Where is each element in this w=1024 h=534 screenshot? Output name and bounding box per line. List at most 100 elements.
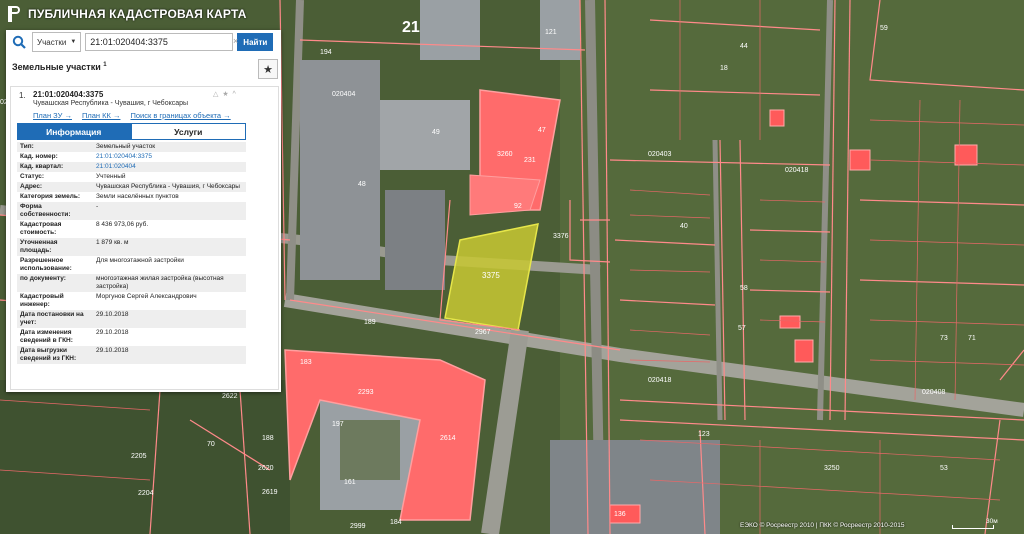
selected-parcel-label: 3375 bbox=[482, 271, 500, 280]
parcel-label: 18 bbox=[720, 65, 728, 72]
card-actions-icons[interactable]: △ ★ ^ bbox=[213, 90, 237, 98]
result-index: 1. bbox=[19, 91, 26, 100]
attribute-value[interactable]: 21:01:020404:3375 bbox=[93, 152, 246, 162]
chevron-down-icon: ▼ bbox=[70, 39, 77, 45]
table-row: Тип: Земельный участок bbox=[17, 142, 246, 152]
table-row: Кад. номер: 21:01:020404:3375 bbox=[17, 152, 246, 162]
table-row: Разрешенное использование: Для многоэтажн… bbox=[17, 256, 246, 274]
parcel-label: 70 bbox=[207, 441, 215, 448]
attribute-key: Дата постановки на учет: bbox=[17, 310, 93, 328]
find-button[interactable]: Найти bbox=[237, 33, 274, 51]
parcel-label: 2293 bbox=[358, 389, 374, 396]
attribute-value: - bbox=[93, 202, 246, 220]
search-within-object-link[interactable]: Поиск в границах объекта → bbox=[130, 111, 230, 120]
table-row: Кад. квартал: 21:01:020404 bbox=[17, 162, 246, 172]
parcel-label: 2967 bbox=[475, 329, 491, 336]
tab-services[interactable]: Услуги bbox=[130, 123, 246, 140]
parcel-label: 44 bbox=[740, 43, 748, 50]
parcel-label: 3250 bbox=[824, 465, 840, 472]
parcel-label: 2614 bbox=[440, 435, 456, 442]
attribute-value: 29.10.2018 bbox=[93, 310, 246, 328]
table-row: Кадастровый инженер: Моргунов Сергей Алек… bbox=[17, 292, 246, 310]
attribute-key: Адрес: bbox=[17, 182, 93, 192]
parcel-label: 59 bbox=[880, 25, 888, 32]
scale-bar: 30м bbox=[952, 518, 1000, 530]
parcel-label: 197 bbox=[332, 421, 344, 428]
parcel-card: 1. 21:01:020404:3375 △ ★ ^ Чувашская Рес… bbox=[10, 86, 279, 390]
clear-icon[interactable]: × bbox=[233, 36, 238, 46]
table-row: Уточненная площадь: 1 879 кв. м bbox=[17, 238, 246, 256]
table-row: Кадастровая стоимость: 8 436 973,06 руб. bbox=[17, 220, 246, 238]
parcel-label: 49 bbox=[432, 129, 440, 136]
attribute-value: Моргунов Сергей Александрович bbox=[96, 293, 197, 300]
logo-icon bbox=[8, 6, 22, 22]
attributes-table: Тип: Земельный участок Кад. номер: 21:01:0… bbox=[17, 142, 246, 364]
parcel-label: 194 bbox=[320, 49, 332, 56]
table-row: Форма собственности: - bbox=[17, 202, 246, 220]
parcel-label: 2204 bbox=[138, 490, 154, 497]
plan-zu-link[interactable]: План ЗУ → bbox=[33, 111, 72, 120]
parcel-address: Чувашская Республика - Чувашия, г Чебокс… bbox=[33, 100, 189, 107]
attribute-key: Статус: bbox=[20, 173, 45, 180]
district-number: 21 bbox=[402, 19, 420, 36]
table-row: Дата выгрузки сведений из ГКН: 29.10.2018 bbox=[17, 346, 246, 364]
object-type-label: Участки bbox=[37, 37, 67, 47]
parcel-label: 92 bbox=[514, 203, 522, 210]
table-row: Категория земель: Земли населённых пункто… bbox=[17, 192, 246, 202]
parcel-cadastral-number[interactable]: 21:01:020404:3375 bbox=[33, 90, 103, 99]
attribute-key: Кадастровая стоимость: bbox=[20, 221, 62, 236]
parcel-label: 231 bbox=[524, 157, 536, 164]
table-row: Дата постановки на учет: 29.10.2018 bbox=[17, 310, 246, 328]
app-header: ПУБЛИЧНАЯ КАДАСТРОВАЯ КАРТА bbox=[0, 0, 268, 28]
results-count: 1 bbox=[103, 62, 107, 68]
attribute-value: 29.10.2018 bbox=[96, 329, 129, 336]
plan-kk-link[interactable]: План КК → bbox=[82, 111, 121, 120]
table-row: Статус: Учтенный bbox=[17, 172, 246, 182]
search-input[interactable] bbox=[85, 33, 234, 51]
parcel-label: 2999 bbox=[350, 523, 366, 530]
quarter-label: 020404 bbox=[332, 91, 355, 98]
quarter-label: 020408 bbox=[922, 389, 945, 396]
attribute-key: Кад. номер: bbox=[20, 153, 58, 160]
parcel-label: 188 bbox=[262, 435, 274, 442]
parcel-label: 58 bbox=[740, 285, 748, 292]
search-panel: Участки ▼ × Найти Земельные участки 1 ★ … bbox=[6, 30, 281, 392]
attribute-value: Чувашская Республика - Чувашия, г Чебокс… bbox=[93, 182, 246, 192]
attribution: ЕЭКО © Росреестр 2010 | ПКК © Росреестр … bbox=[740, 522, 905, 529]
attribute-key: Разрешенное использование: bbox=[20, 257, 72, 272]
object-type-select[interactable]: Участки ▼ bbox=[32, 32, 82, 52]
parcel-label: 48 bbox=[358, 181, 366, 188]
attribute-value: 29.10.2018 bbox=[93, 346, 246, 364]
favorites-button[interactable]: ★ bbox=[258, 59, 278, 79]
table-row: Дата изменения сведений в ГКН: 29.10.2018 bbox=[17, 328, 246, 346]
parcel-label: 121 bbox=[545, 29, 557, 36]
attribute-value: Учтенный bbox=[96, 173, 126, 180]
parcel-label: 184 bbox=[390, 519, 402, 526]
parcel-label: 57 bbox=[738, 325, 746, 332]
attribute-value: 1 879 кв. м bbox=[93, 238, 246, 256]
attribute-key: Дата изменения сведений в ГКН: bbox=[20, 329, 73, 344]
search-bar: Участки ▼ × Найти bbox=[6, 30, 281, 54]
parcel-label: 2622 bbox=[222, 393, 238, 400]
app-title: ПУБЛИЧНАЯ КАДАСТРОВАЯ КАРТА bbox=[28, 7, 247, 21]
parcel-label: 73 bbox=[940, 335, 948, 342]
parcel-label: 3260 bbox=[497, 151, 513, 158]
tab-information[interactable]: Информация bbox=[17, 123, 131, 140]
table-row: по документу: многоэтажная жилая застройк… bbox=[17, 274, 246, 292]
parcel-label: 3376 bbox=[553, 233, 569, 240]
results-title: Земельные участки 1 bbox=[12, 62, 107, 72]
attribute-value: Земли населённых пунктов bbox=[96, 193, 179, 200]
attribute-key: Форма собственности: bbox=[17, 202, 93, 220]
search-icon[interactable] bbox=[6, 30, 32, 54]
parcel-label: 183 bbox=[300, 359, 312, 366]
parcel-links: План ЗУ → План КК → Поиск в границах объ… bbox=[33, 111, 231, 120]
parcel-label: 40 bbox=[680, 223, 688, 230]
parcel-label: 53 bbox=[940, 465, 948, 472]
parcel-label: 71 bbox=[968, 335, 976, 342]
card-tabs: Информация Услуги bbox=[17, 123, 246, 140]
parcel-label: 2205 bbox=[131, 453, 147, 460]
attribute-key: по документу: bbox=[17, 274, 93, 292]
results-title-text: Земельные участки bbox=[12, 62, 101, 72]
parcel-label: 136 bbox=[614, 511, 626, 518]
attribute-value[interactable]: 21:01:020404 bbox=[93, 162, 246, 172]
